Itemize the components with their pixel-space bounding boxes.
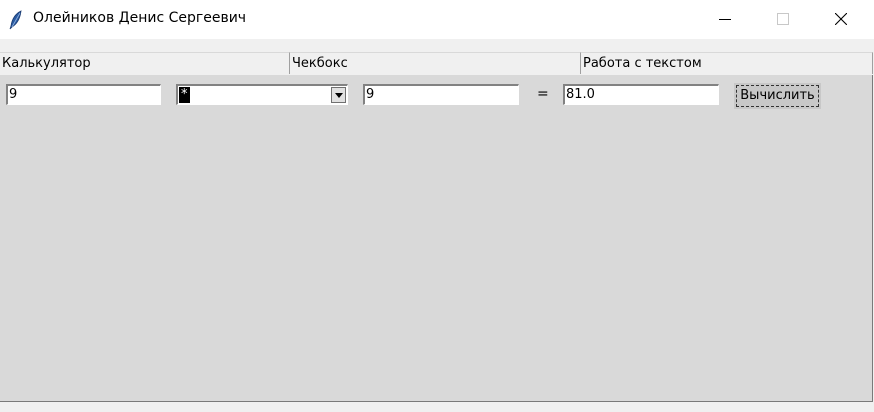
chevron-down-icon	[335, 93, 343, 98]
calculator-panel: 9 * 9 = 81.0 Вычислить	[0, 75, 873, 402]
minimize-icon	[719, 19, 731, 20]
operand2-input[interactable]: 9	[363, 84, 519, 105]
equals-label: =	[537, 86, 549, 102]
tab-text[interactable]: Работа с текстом	[581, 52, 873, 74]
window-title: Олейников Денис Сергеевич	[33, 10, 247, 26]
operator-select[interactable]: *	[176, 84, 348, 105]
tab-label: Калькулятор	[2, 56, 91, 71]
result-field[interactable]: 81.0	[563, 84, 719, 105]
operator-value: *	[179, 87, 190, 103]
operand1-input[interactable]: 9	[6, 84, 161, 105]
tab-calculator[interactable]: Калькулятор	[0, 52, 290, 74]
tab-label: Работа с текстом	[583, 56, 702, 71]
title-bar: Олейников Денис Сергеевич	[0, 0, 874, 39]
feather-icon	[9, 10, 23, 30]
app-window: Олейников Денис Сергеевич Калькулятор Че…	[0, 0, 874, 412]
minimize-button[interactable]	[697, 0, 755, 39]
window-bottom-edge	[0, 402, 874, 412]
close-button[interactable]	[813, 0, 871, 39]
calculate-button[interactable]: Вычислить	[734, 83, 821, 109]
tab-checkbox[interactable]: Чекбокс	[290, 52, 581, 74]
tab-label: Чекбокс	[292, 56, 348, 71]
close-icon	[835, 13, 847, 25]
calculate-button-label: Вычислить	[736, 85, 819, 107]
maximize-button[interactable]	[755, 0, 813, 39]
maximize-icon	[777, 13, 789, 25]
notebook-tabs: Калькулятор Чекбокс Работа с текстом	[0, 52, 874, 75]
dropdown-button[interactable]	[331, 87, 346, 103]
